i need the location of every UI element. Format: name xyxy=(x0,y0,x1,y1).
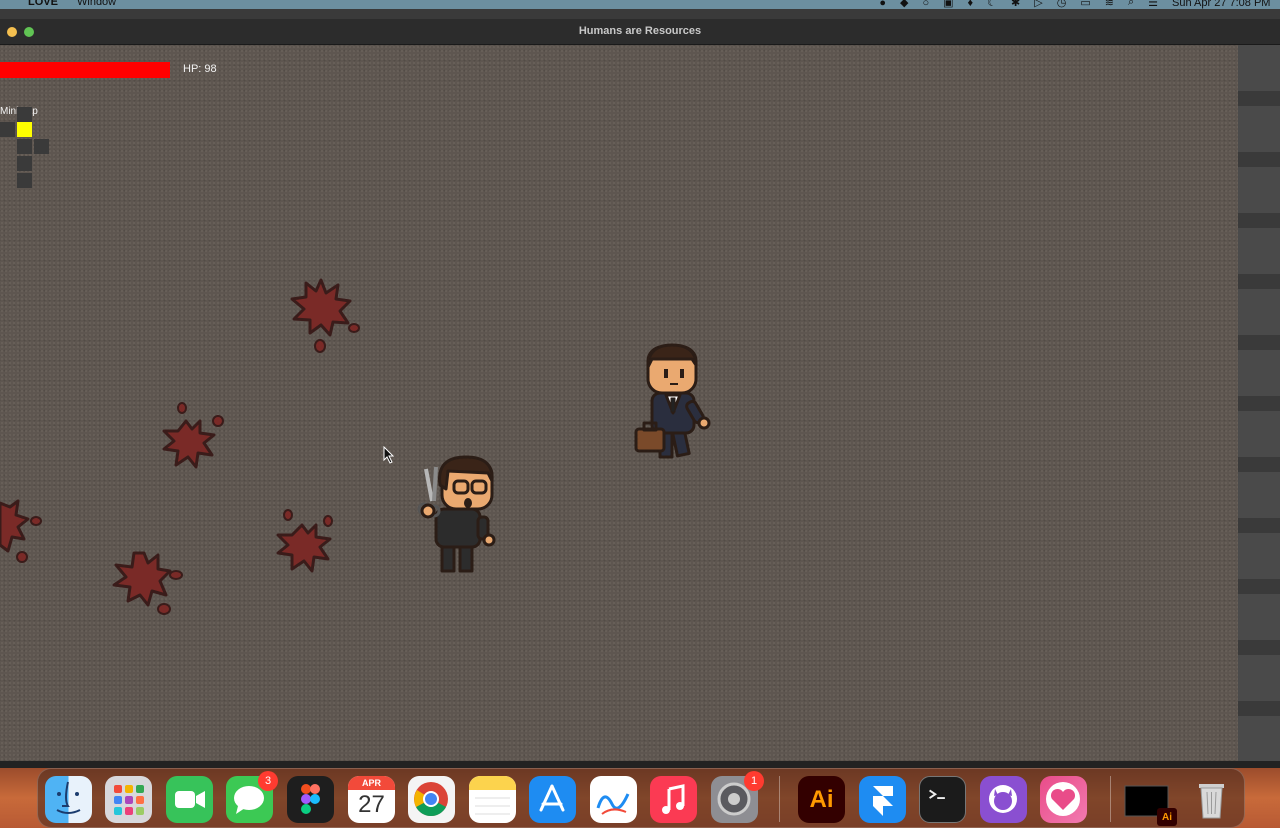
minimap-room xyxy=(17,139,32,154)
background-window-strip xyxy=(1238,45,1280,761)
chrome-icon[interactable] xyxy=(408,776,455,823)
calendar-month: APR xyxy=(348,776,395,790)
control-center-icon[interactable]: ☰ xyxy=(1148,0,1158,9)
minimap-room xyxy=(17,107,32,122)
facetime-icon[interactable] xyxy=(166,776,213,823)
calendar-day: 27 xyxy=(358,791,385,818)
minimap-room xyxy=(17,156,32,171)
game-viewport[interactable]: HP: 98 Minimap xyxy=(0,45,1238,761)
time-machine-icon[interactable]: ◷ xyxy=(1057,0,1067,9)
menu-app-name[interactable]: LOVE xyxy=(28,0,58,8)
app-store-icon[interactable] xyxy=(529,776,576,823)
hp-label: HP: 98 xyxy=(183,63,217,75)
blood-splat xyxy=(112,551,183,615)
calendar-icon[interactable]: APR 27 xyxy=(348,776,395,823)
blood-splat xyxy=(162,402,224,469)
window-title: Humans are Resources xyxy=(578,25,702,37)
menu-clock[interactable]: Sun Apr 27 7:08 PM xyxy=(1172,0,1280,9)
finder-icon[interactable] xyxy=(45,776,92,823)
freeform-icon[interactable] xyxy=(590,776,637,823)
trash-icon[interactable] xyxy=(1188,776,1235,823)
dock-separator xyxy=(1110,776,1111,822)
blood-splat xyxy=(276,509,333,573)
window-thumbnail-badge: Ai xyxy=(1157,808,1177,826)
notes-icon[interactable] xyxy=(469,776,516,823)
terminal-icon[interactable] xyxy=(919,776,966,823)
enemy-office-worker[interactable] xyxy=(632,343,712,463)
circle-status-icon[interactable]: ○ xyxy=(922,0,929,9)
mouse-cursor-icon xyxy=(383,446,395,464)
github-icon[interactable] xyxy=(980,776,1027,823)
blood-splat xyxy=(0,499,42,563)
controller-icon[interactable]: ▣ xyxy=(943,0,953,9)
window-thumbnail-label: Ai xyxy=(1162,811,1172,823)
love-icon[interactable] xyxy=(1040,776,1087,823)
blood-splat xyxy=(290,278,360,353)
minimap-room xyxy=(17,173,32,188)
window-titlebar: Humans are Resources xyxy=(0,19,1280,45)
minimap-room xyxy=(0,122,15,137)
record-icon[interactable]: ● xyxy=(879,0,886,9)
battery-icon[interactable]: ▭ xyxy=(1080,0,1090,9)
search-icon[interactable]: ⌕ xyxy=(1128,0,1134,9)
figma-icon[interactable] xyxy=(287,776,334,823)
play-icon[interactable]: ▷ xyxy=(1034,0,1042,9)
dock-separator xyxy=(779,776,780,822)
illustrator-icon[interactable]: Ai xyxy=(798,776,845,823)
music-icon[interactable] xyxy=(650,776,697,823)
messages-badge: 3 xyxy=(258,771,278,791)
settings-badge: 1 xyxy=(744,771,764,791)
menu-window[interactable]: Window xyxy=(77,0,116,8)
player-character[interactable] xyxy=(412,455,504,575)
wifi-icon[interactable]: ≋ xyxy=(1105,0,1114,9)
bluetooth-icon[interactable]: ✱ xyxy=(1011,0,1020,9)
menu-bar: LOVE Window ● ◆ ○ ▣ ♦ ☾ ✱ ▷ ◷ ▭ ≋ ⌕ ☰ Su… xyxy=(0,0,1280,9)
flame-icon[interactable]: ♦ xyxy=(968,0,974,9)
minimap-room xyxy=(34,139,49,154)
minimap-current-room xyxy=(17,122,32,137)
illustrator-label: Ai xyxy=(809,785,834,813)
moon-icon[interactable]: ☾ xyxy=(987,0,997,9)
window-bottom-edge xyxy=(0,761,1280,768)
framer-icon[interactable] xyxy=(859,776,906,823)
launchpad-icon[interactable] xyxy=(105,776,152,823)
figma-status-icon[interactable]: ◆ xyxy=(900,0,908,9)
status-area: ● ◆ ○ ▣ ♦ ☾ ✱ ▷ ◷ ▭ ≋ ⌕ ☰ Sun Apr 27 7:0… xyxy=(879,0,1280,9)
hp-bar xyxy=(0,62,170,78)
